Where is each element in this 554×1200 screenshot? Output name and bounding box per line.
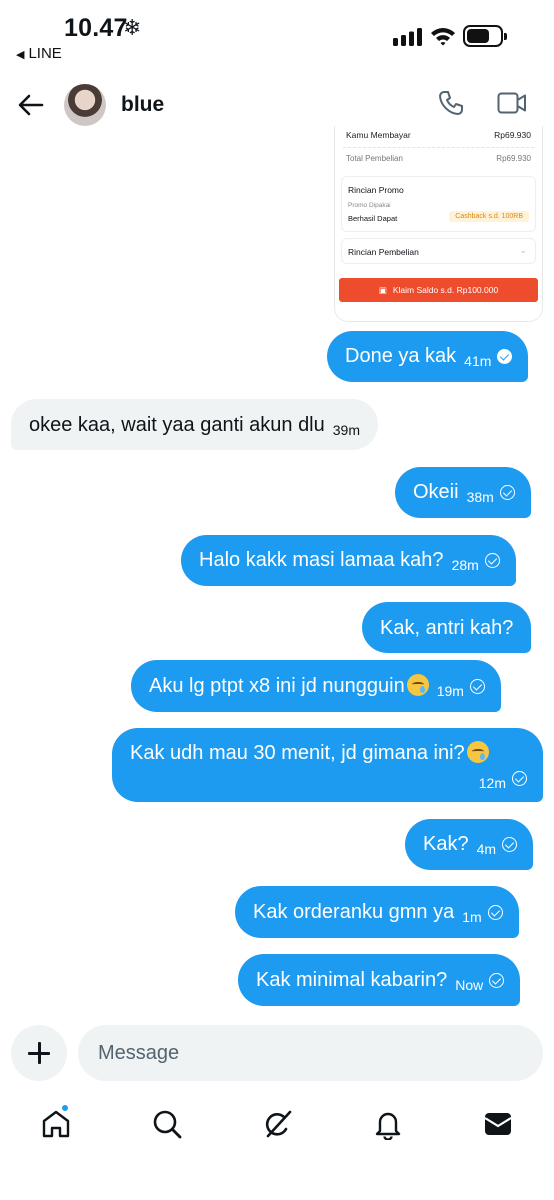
status-time: 10.47	[64, 14, 128, 42]
message-text: Kak, antri kah?	[380, 617, 514, 639]
gift-icon: ▣	[378, 285, 387, 295]
wifi-icon	[431, 28, 455, 46]
receipt-paid-row: Kamu Membayar Rp69.930	[346, 130, 531, 140]
back-app-label: LINE	[28, 45, 62, 62]
receipt-cashback-badge: Cashback s.d. 100RB	[449, 211, 529, 222]
sent-check-icon	[469, 679, 485, 694]
receipt-promo-used: Promo Dipakai	[348, 202, 391, 209]
receipt-promo-got: Berhasil Dapat	[348, 214, 398, 223]
message-text: Aku lg ptpt x8 ini jd nungguin	[149, 675, 405, 697]
sent-check-icon	[502, 837, 518, 852]
message-text: Kak minimal kabarin?	[256, 969, 448, 991]
receipt-paid-label: Kamu Membayar	[346, 130, 411, 140]
sent-check-icon	[484, 553, 500, 568]
receipt-claim-button: ▣ Klaim Saldo s.d. Rp100.000	[339, 278, 538, 302]
message-bubble-outgoing[interactable]: Kak? 4m	[405, 819, 534, 870]
sent-check-icon	[489, 973, 505, 988]
message-text: Kak orderanku gmn ya	[253, 901, 455, 923]
receipt-promo-card: Rincian Promo Promo Dipakai Berhasil Dap…	[341, 176, 536, 232]
receipt-divider	[343, 147, 534, 148]
receipt-total-row: Total Pembelian Rp69.930	[346, 154, 531, 163]
sent-check-icon	[512, 771, 527, 786]
sent-check-icon	[499, 485, 515, 500]
receipt-promo-title: Rincian Promo	[348, 185, 404, 195]
message-time: 1m	[462, 909, 482, 925]
message-bubble-outgoing[interactable]: Kak minimal kabarin? Now	[238, 954, 521, 1006]
chat-username[interactable]: blue	[121, 93, 164, 117]
face-holding-back-tears-emoji	[466, 741, 489, 763]
back-to-app-link[interactable]: ◀ LINE	[16, 45, 62, 62]
battery-icon	[463, 25, 507, 47]
message-composer[interactable]	[78, 1025, 543, 1081]
back-arrow-icon[interactable]	[16, 90, 46, 120]
video-icon[interactable]	[497, 92, 527, 114]
receipt-total-label: Total Pembelian	[346, 154, 403, 163]
snowflake-icon: ❄	[123, 15, 142, 40]
back-triangle-icon: ◀	[16, 49, 25, 61]
message-text: Halo kakk masi lamaa kah?	[199, 549, 444, 571]
message-time: 41m	[464, 353, 492, 369]
message-bubble-outgoing[interactable]: Done ya kak 41m	[327, 331, 529, 382]
message-time: 4m	[476, 841, 497, 857]
receipt-purchase-details-label: Rincian Pembelian	[348, 247, 419, 257]
message-bubble-outgoing[interactable]: Kak orderanku gmn ya 1m	[235, 886, 519, 938]
message-bubble-outgoing[interactable]: Kak udh mau 30 menit, jd gimana ini? 12m	[112, 728, 543, 802]
message-text: Kak udh mau 30 menit, jd gimana ini?	[130, 742, 465, 764]
message-bubble-outgoing[interactable]: Kak, antri kah?	[362, 602, 532, 653]
message-bubble-incoming[interactable]: okee kaa, wait yaa ganti akun dlu 39m	[11, 399, 378, 450]
message-bubble-outgoing[interactable]: Halo kakk masi lamaa kah? 28m	[181, 535, 516, 586]
message-bubble-outgoing[interactable]: Okeii 38m	[395, 467, 531, 518]
home-icon[interactable]	[40, 1108, 72, 1140]
message-time: 12m	[478, 775, 506, 791]
status-bar: 10.47 ❄ ◀ LINE	[0, 0, 554, 72]
cellular-signal-icon	[393, 28, 422, 46]
bottom-navigation	[0, 1100, 554, 1150]
message-text: okee kaa, wait yaa ganti akun dlu	[29, 414, 325, 436]
phone-icon[interactable]	[438, 90, 464, 116]
notifications-icon[interactable]	[372, 1108, 404, 1140]
search-icon[interactable]	[151, 1108, 183, 1140]
message-bubble-outgoing[interactable]: Aku lg ptpt x8 ini jd nungguin 19m	[131, 660, 501, 712]
face-holding-back-tears-emoji	[406, 674, 429, 696]
message-time: 38m	[466, 489, 494, 505]
home-notification-dot	[61, 1104, 69, 1112]
add-attachment-button[interactable]	[11, 1025, 67, 1081]
message-time: 39m	[332, 422, 360, 438]
receipt-paid-value: Rp69.930	[494, 130, 531, 140]
messages-icon[interactable]	[482, 1108, 514, 1140]
receipt-total-value: Rp69.930	[496, 154, 531, 163]
receipt-claim-label: Klaim Saldo s.d. Rp100.000	[392, 285, 499, 295]
message-text: Done ya kak	[345, 345, 457, 367]
message-time: Now	[455, 977, 484, 993]
sent-check-icon	[487, 905, 503, 920]
message-text: Kak?	[423, 833, 469, 855]
message-time: 19m	[436, 683, 464, 699]
seen-check-icon	[497, 349, 513, 364]
receipt-purchase-details: Rincian Pembelian ⌄	[341, 238, 536, 264]
message-time: 28m	[451, 557, 479, 573]
chevron-down-icon: ⌄	[519, 245, 527, 255]
shared-receipt-image[interactable]: Kamu Membayar Rp69.930 Total Pembelian R…	[334, 126, 543, 322]
grok-icon[interactable]	[262, 1108, 294, 1140]
avatar[interactable]	[64, 84, 106, 126]
message-text: Okeii	[413, 481, 459, 503]
message-input[interactable]	[98, 1025, 518, 1081]
